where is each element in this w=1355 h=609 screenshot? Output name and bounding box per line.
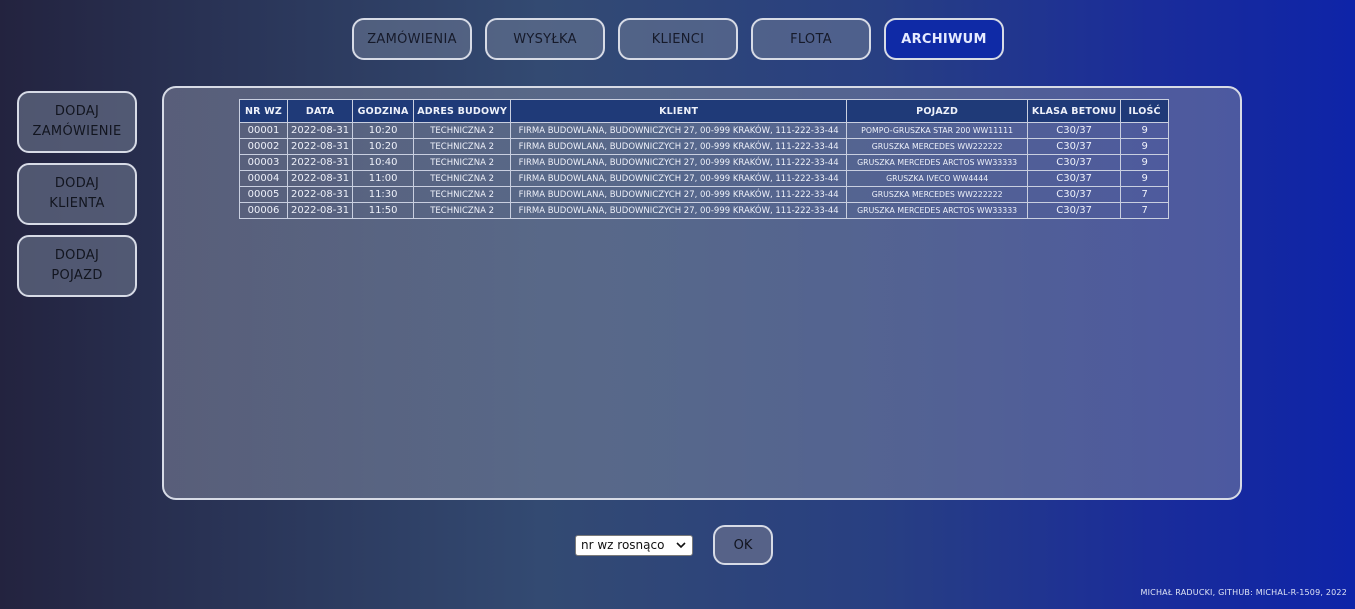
- cell-godzina: 10:20: [352, 138, 415, 155]
- cell-data: 2022-08-31: [286, 154, 354, 171]
- cell-nr-wz: 00006: [239, 202, 288, 219]
- table-row: 00001 2022-08-31 10:20 TECHNICZNA 2 FIRM…: [239, 122, 1170, 139]
- cell-klasa: C30/37: [1027, 138, 1122, 155]
- header-klient: KLIENT: [510, 99, 848, 123]
- cell-nr-wz: 00001: [239, 122, 288, 139]
- cell-godzina: 10:40: [352, 154, 415, 171]
- cell-adres: TECHNICZNA 2: [413, 122, 512, 139]
- cell-godzina: 11:00: [352, 170, 415, 187]
- header-godzina: GODZINA: [352, 99, 415, 123]
- cell-pojazd: GRUSZKA IVECO WW4444: [846, 170, 1029, 187]
- table-row: 00006 2022-08-31 11:50 TECHNICZNA 2 FIRM…: [239, 202, 1170, 219]
- cell-pojazd: POMPO-GRUSZKA STAR 200 WW11111: [846, 122, 1029, 139]
- header-data: DATA: [286, 99, 354, 123]
- cell-pojazd: GRUSZKA MERCEDES ARCTOS WW33333: [846, 154, 1029, 171]
- cell-klient: FIRMA BUDOWLANA, BUDOWNICZYCH 27, 00-999…: [510, 170, 848, 187]
- cell-pojazd: GRUSZKA MERCEDES WW222222: [846, 186, 1029, 203]
- add-order-label-line1: DODAJ: [54, 104, 100, 119]
- sort-select-value: nr wz rosnąco: [581, 538, 665, 552]
- header-nr-wz: NR WZ: [239, 99, 288, 123]
- cell-ilosc: 9: [1120, 154, 1170, 171]
- archive-panel: NR WZ DATA GODZINA ADRES BUDOWY KLIENT P…: [162, 86, 1242, 500]
- add-vehicle-label-line1: DODAJ: [54, 248, 100, 263]
- cell-ilosc: 7: [1120, 202, 1170, 219]
- cell-nr-wz: 00003: [239, 154, 288, 171]
- add-client-label-line1: DODAJ: [54, 176, 100, 191]
- cell-data: 2022-08-31: [286, 202, 354, 219]
- table-row: 00002 2022-08-31 10:20 TECHNICZNA 2 FIRM…: [239, 138, 1170, 155]
- add-order-label-line2: ZAMÓWIENIE: [32, 124, 122, 139]
- add-order-button[interactable]: DODAJ ZAMÓWIENIE: [17, 91, 137, 153]
- cell-godzina: 11:30: [352, 186, 415, 203]
- cell-data: 2022-08-31: [286, 122, 354, 139]
- cell-klasa: C30/37: [1027, 122, 1122, 139]
- header-ilosc: ILOŚĆ: [1120, 99, 1170, 123]
- header-klasa-betonu: KLASA BETONU: [1027, 99, 1122, 123]
- cell-adres: TECHNICZNA 2: [413, 202, 512, 219]
- header-pojazd: POJAZD: [846, 99, 1029, 123]
- cell-nr-wz: 00005: [239, 186, 288, 203]
- cell-klasa: C30/37: [1027, 186, 1122, 203]
- cell-adres: TECHNICZNA 2: [413, 154, 512, 171]
- cell-pojazd: GRUSZKA MERCEDES WW222222: [846, 138, 1029, 155]
- cell-klient: FIRMA BUDOWLANA, BUDOWNICZYCH 27, 00-999…: [510, 154, 848, 171]
- nav-flota-button[interactable]: FLOTA: [751, 18, 871, 60]
- nav-archiwum-button[interactable]: ARCHIWUM: [884, 18, 1004, 60]
- table-header-row: NR WZ DATA GODZINA ADRES BUDOWY KLIENT P…: [239, 99, 1170, 123]
- archive-table: NR WZ DATA GODZINA ADRES BUDOWY KLIENT P…: [239, 99, 1170, 219]
- cell-godzina: 10:20: [352, 122, 415, 139]
- nav-wysylka-button[interactable]: WYSYŁKA: [485, 18, 605, 60]
- cell-klasa: C30/37: [1027, 202, 1122, 219]
- cell-nr-wz: 00004: [239, 170, 288, 187]
- chevron-down-icon: [675, 539, 687, 551]
- nav-zamowienia-button[interactable]: ZAMÓWIENIA: [352, 18, 472, 60]
- ok-button[interactable]: OK: [713, 525, 773, 565]
- cell-klasa: C30/37: [1027, 154, 1122, 171]
- add-client-label-line2: KLIENTA: [49, 196, 105, 211]
- cell-klient: FIRMA BUDOWLANA, BUDOWNICZYCH 27, 00-999…: [510, 138, 848, 155]
- cell-klient: FIRMA BUDOWLANA, BUDOWNICZYCH 27, 00-999…: [510, 186, 848, 203]
- sort-select[interactable]: nr wz rosnąco: [575, 534, 693, 556]
- cell-klient: FIRMA BUDOWLANA, BUDOWNICZYCH 27, 00-999…: [510, 122, 848, 139]
- add-client-button[interactable]: DODAJ KLIENTA: [17, 163, 137, 225]
- cell-ilosc: 7: [1120, 186, 1170, 203]
- table-row: 00005 2022-08-31 11:30 TECHNICZNA 2 FIRM…: [239, 186, 1170, 203]
- cell-ilosc: 9: [1120, 170, 1170, 187]
- cell-ilosc: 9: [1120, 122, 1170, 139]
- sidebar: DODAJ ZAMÓWIENIE DODAJ KLIENTA DODAJ POJ…: [17, 91, 137, 297]
- cell-klient: FIRMA BUDOWLANA, BUDOWNICZYCH 27, 00-999…: [510, 202, 848, 219]
- cell-ilosc: 9: [1120, 138, 1170, 155]
- cell-nr-wz: 00002: [239, 138, 288, 155]
- table-row: 00003 2022-08-31 10:40 TECHNICZNA 2 FIRM…: [239, 154, 1170, 171]
- cell-data: 2022-08-31: [286, 186, 354, 203]
- cell-klasa: C30/37: [1027, 170, 1122, 187]
- cell-adres: TECHNICZNA 2: [413, 170, 512, 187]
- cell-pojazd: GRUSZKA MERCEDES ARCTOS WW33333: [846, 202, 1029, 219]
- cell-adres: TECHNICZNA 2: [413, 186, 512, 203]
- cell-data: 2022-08-31: [286, 138, 354, 155]
- cell-adres: TECHNICZNA 2: [413, 138, 512, 155]
- top-nav: ZAMÓWIENIA WYSYŁKA KLIENCI FLOTA ARCHIWU…: [352, 18, 1004, 60]
- add-vehicle-button[interactable]: DODAJ POJAZD: [17, 235, 137, 297]
- sort-controls: nr wz rosnąco OK: [575, 525, 773, 565]
- header-adres-budowy: ADRES BUDOWY: [413, 99, 512, 123]
- cell-data: 2022-08-31: [286, 170, 354, 187]
- nav-klienci-button[interactable]: KLIENCI: [618, 18, 738, 60]
- footer-credit: MICHAŁ RADUCKI, GITHUB: MICHAL-R-1509, 2…: [1140, 588, 1347, 597]
- cell-godzina: 11:50: [352, 202, 415, 219]
- add-vehicle-label-line2: POJAZD: [51, 268, 103, 283]
- table-row: 00004 2022-08-31 11:00 TECHNICZNA 2 FIRM…: [239, 170, 1170, 187]
